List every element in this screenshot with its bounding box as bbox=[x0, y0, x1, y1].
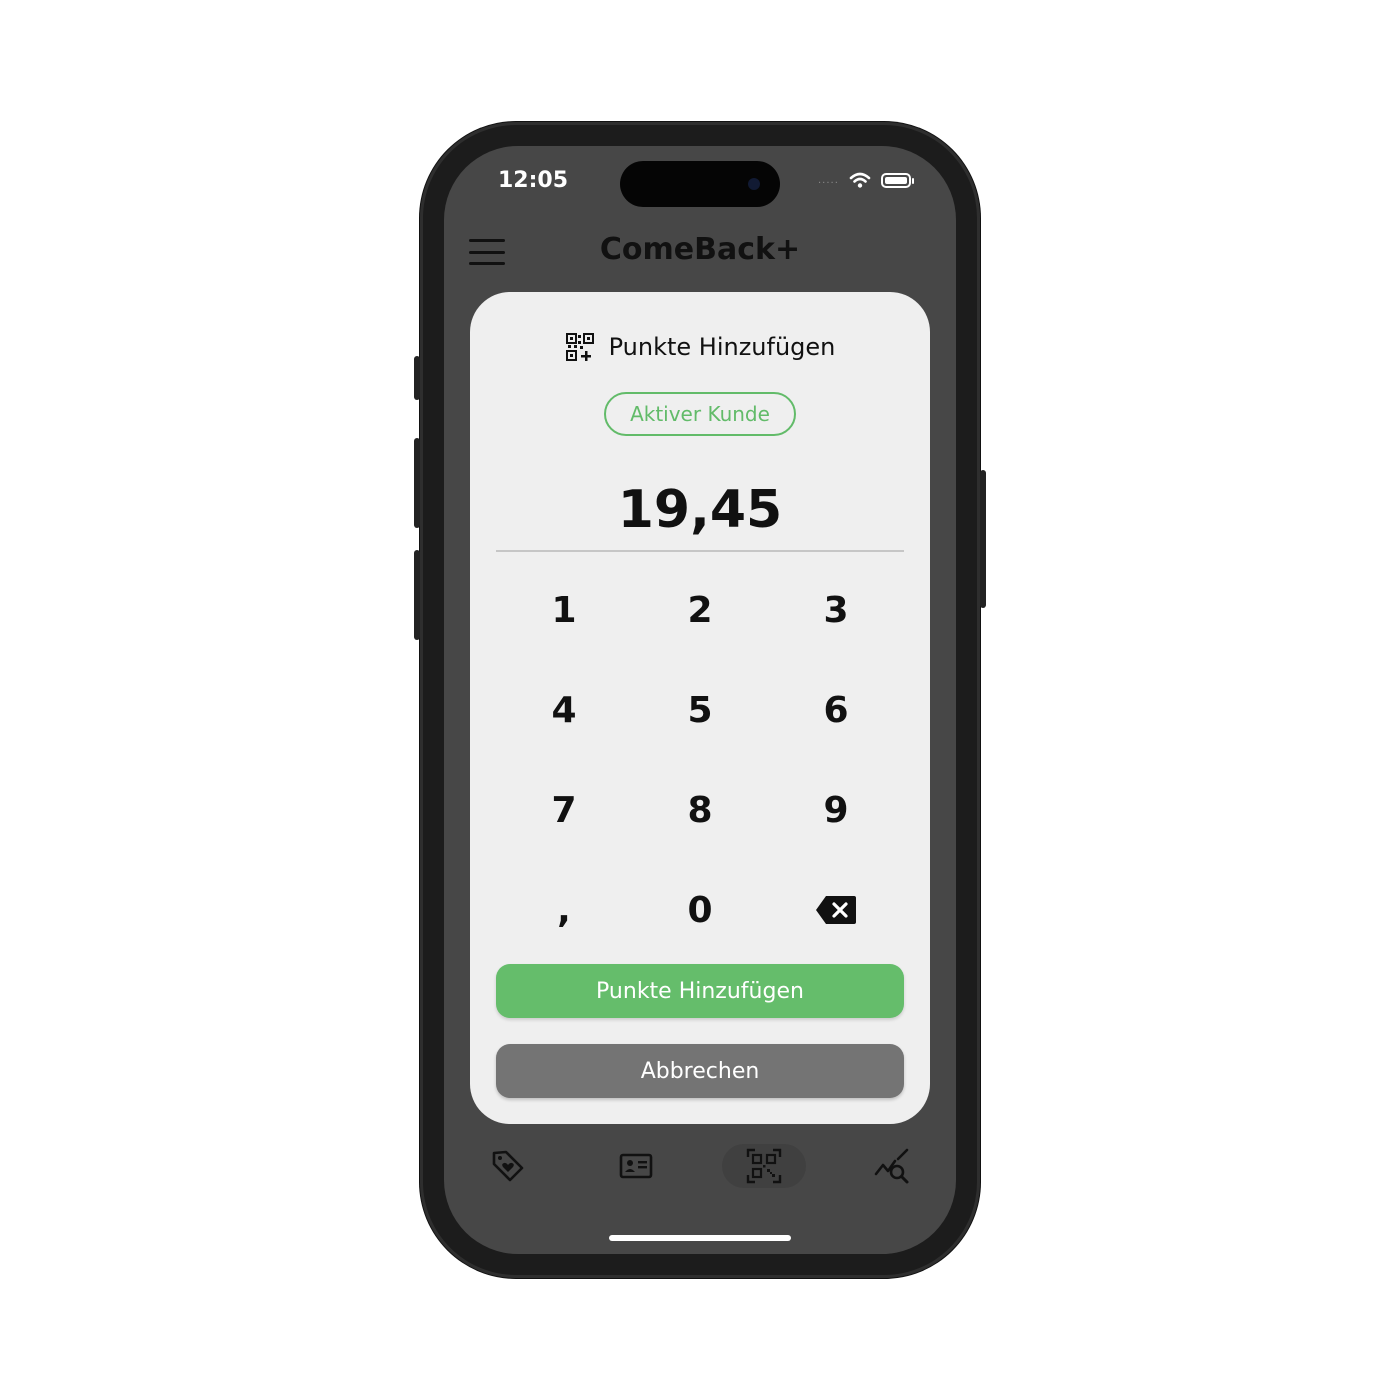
dialog-header: Punkte Hinzufügen bbox=[470, 332, 930, 362]
tab-coupons[interactable] bbox=[466, 1144, 550, 1188]
status-icons: ..... bbox=[818, 172, 914, 188]
key-7[interactable]: 7 bbox=[496, 760, 632, 860]
qr-scan-icon bbox=[746, 1148, 782, 1184]
tab-analytics[interactable] bbox=[850, 1144, 934, 1188]
volume-down-button bbox=[414, 550, 420, 640]
amount-divider bbox=[496, 550, 904, 552]
camera-icon bbox=[748, 178, 760, 190]
backspace-icon bbox=[816, 896, 856, 924]
app-title: ComeBack+ bbox=[599, 232, 801, 267]
cancel-button[interactable]: Abbrechen bbox=[496, 1044, 904, 1098]
status-badge: Aktiver Kunde bbox=[604, 392, 796, 436]
volume-up-button bbox=[414, 438, 420, 528]
key-comma[interactable]: , bbox=[496, 860, 632, 960]
tag-heart-icon bbox=[492, 1150, 524, 1182]
key-8[interactable]: 8 bbox=[632, 760, 768, 860]
home-indicator[interactable] bbox=[609, 1235, 791, 1241]
id-card-icon bbox=[619, 1153, 653, 1179]
dialog-title: Punkte Hinzufügen bbox=[608, 333, 836, 361]
analytics-search-icon bbox=[874, 1148, 909, 1184]
key-2[interactable]: 2 bbox=[632, 560, 768, 660]
qr-code-plus-icon bbox=[565, 333, 594, 361]
key-3[interactable]: 3 bbox=[768, 560, 904, 660]
key-9[interactable]: 9 bbox=[768, 760, 904, 860]
dynamic-island bbox=[620, 161, 780, 207]
key-0[interactable]: 0 bbox=[632, 860, 768, 960]
mute-switch bbox=[414, 356, 420, 400]
key-1[interactable]: 1 bbox=[496, 560, 632, 660]
key-delete[interactable] bbox=[768, 860, 904, 960]
key-5[interactable]: 5 bbox=[632, 660, 768, 760]
status-time: 12:05 bbox=[498, 168, 569, 193]
key-4[interactable]: 4 bbox=[496, 660, 632, 760]
key-6[interactable]: 6 bbox=[768, 660, 904, 760]
wifi-icon bbox=[849, 172, 871, 188]
tab-scan[interactable] bbox=[722, 1144, 806, 1188]
tab-customers[interactable] bbox=[594, 1144, 678, 1188]
power-button bbox=[980, 470, 986, 608]
battery-icon bbox=[880, 172, 914, 188]
numeric-keypad: 1 2 3 4 5 6 7 8 9 , 0 bbox=[496, 560, 904, 960]
cellular-signal-icon: ..... bbox=[818, 174, 839, 186]
amount-display: 19,45 bbox=[617, 480, 783, 540]
add-points-button[interactable]: Punkte Hinzufügen bbox=[496, 964, 904, 1018]
